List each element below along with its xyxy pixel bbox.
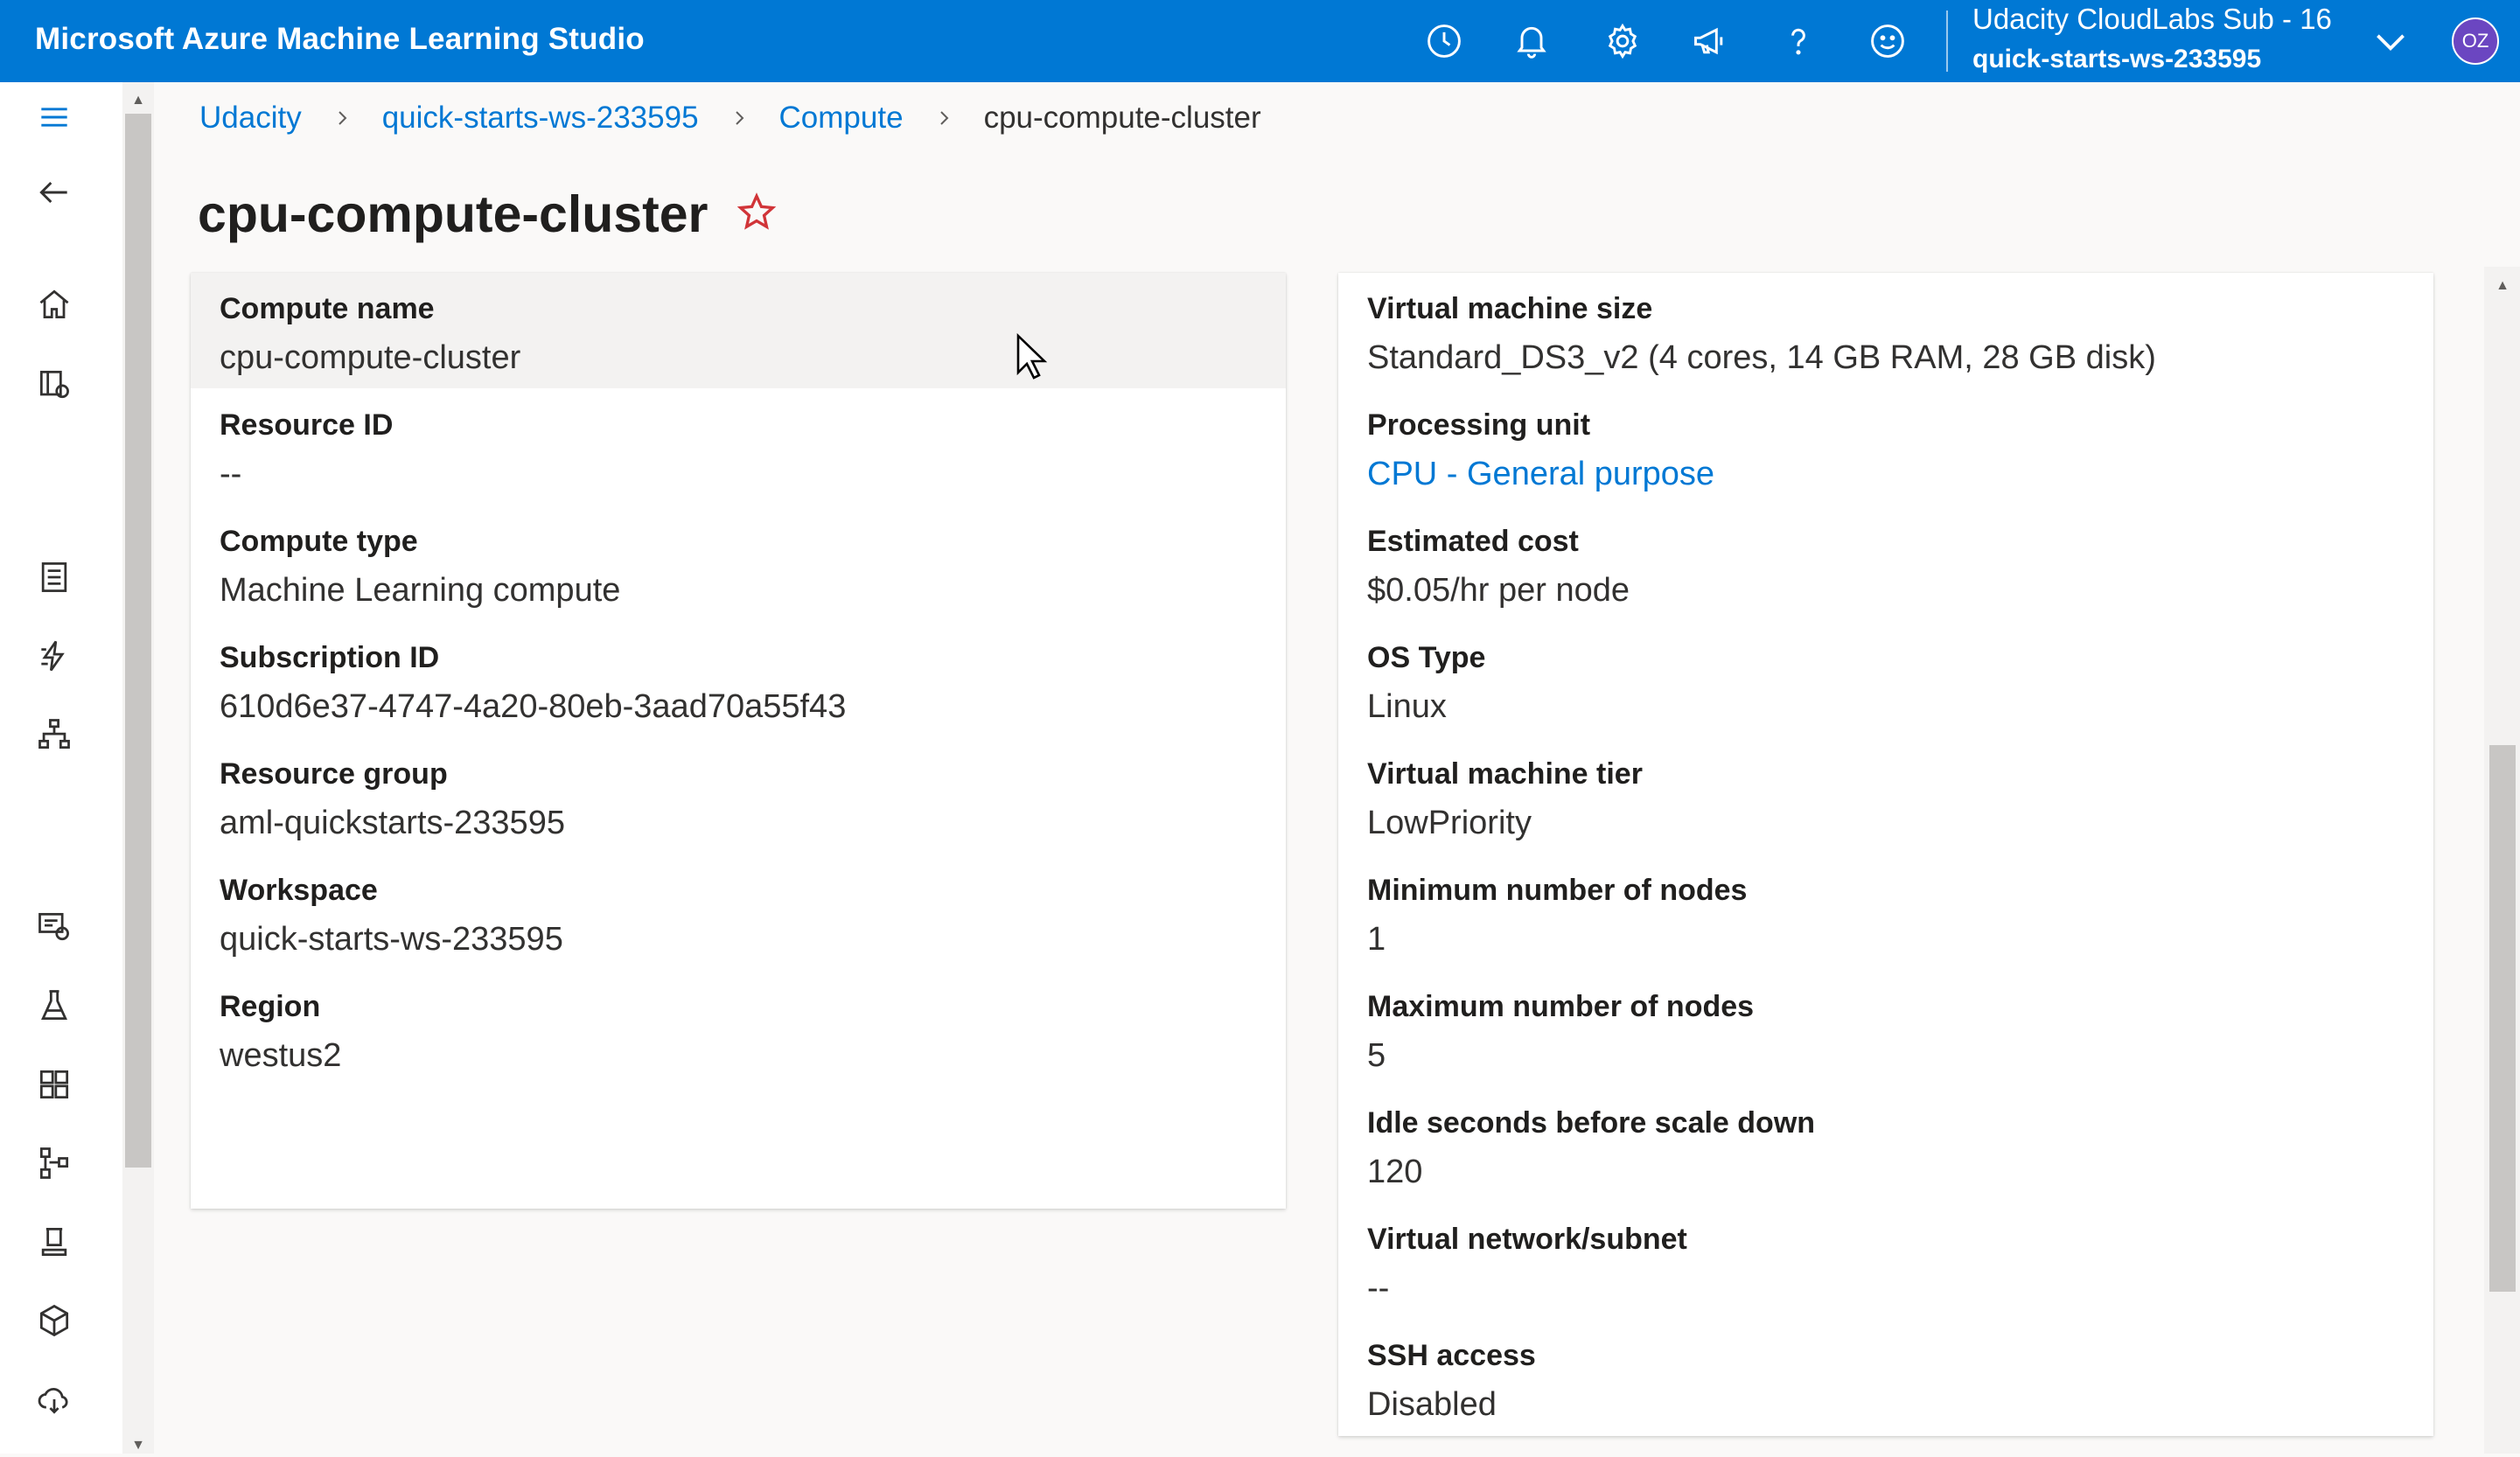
processing-unit-field: Processing unit CPU - General purpose — [1367, 407, 1714, 496]
field-value: -- — [1367, 1270, 1390, 1307]
workspace-field: Workspace quick-starts-ws-233595 — [220, 872, 563, 961]
jobs-flask-icon[interactable] — [28, 979, 80, 1032]
pipelines-icon[interactable] — [28, 1137, 80, 1189]
top-bar: Microsoft Azure Machine Learning Studio … — [0, 0, 2520, 82]
field-value: Standard_DS3_v2 (4 cores, 14 GB RAM, 28 … — [1367, 339, 2156, 376]
field-label: Estimated cost — [1367, 525, 1579, 558]
endpoints-icon[interactable] — [28, 1373, 80, 1426]
compute-type-field: Compute type Machine Learning compute — [220, 523, 620, 612]
main-scrollbar-thumb[interactable] — [2489, 745, 2516, 1292]
subscription-id-field: Subscription ID 610d6e37-4747-4a20-80eb-… — [220, 639, 846, 728]
mouse-cursor-icon — [1016, 332, 1048, 380]
estimated-cost-field: Estimated cost $0.05/hr per node — [1367, 523, 1630, 612]
nav-scroll-down-arrow-icon[interactable]: ▼ — [127, 1434, 150, 1457]
vnet-subnet-field: Virtual network/subnet -- — [1367, 1221, 1687, 1310]
field-label: Resource group — [220, 757, 448, 791]
processing-unit-link[interactable]: CPU - General purpose — [1367, 452, 1714, 496]
breadcrumb-workspace[interactable]: quick-starts-ws-233595 — [382, 101, 699, 136]
workspace-name[interactable]: quick-starts-ws-233595 — [1972, 42, 2261, 77]
vm-size-field: Virtual machine size Standard_DS3_v2 (4 … — [1367, 290, 2156, 380]
chevron-right-icon — [729, 108, 750, 129]
chevron-right-icon — [933, 108, 954, 129]
region-field: Region westus2 — [220, 988, 341, 1077]
field-value: -- — [220, 456, 242, 492]
field-value: 1 — [1367, 921, 1386, 958]
field-label: SSH access — [1367, 1339, 1536, 1372]
field-value: quick-starts-ws-233595 — [220, 921, 563, 958]
field-label: Resource ID — [220, 408, 394, 442]
components-icon[interactable] — [28, 1058, 80, 1111]
megaphone-icon[interactable] — [1684, 15, 1736, 67]
field-label: Workspace — [220, 874, 378, 907]
home-icon[interactable] — [28, 278, 80, 331]
vm-tier-field: Virtual machine tier LowPriority — [1367, 756, 1643, 845]
nav-scroll-up-arrow-icon[interactable]: ▲ — [127, 89, 150, 112]
field-label: Compute name — [220, 292, 435, 325]
field-label: Idle seconds before scale down — [1367, 1106, 1816, 1140]
resource-group-field: Resource group aml-quickstarts-233595 — [220, 756, 565, 845]
compute-config-card: Virtual machine size Standard_DS3_v2 (4 … — [1338, 273, 2433, 1436]
page-title: cpu-compute-cluster — [198, 185, 709, 243]
favorite-star-icon[interactable] — [735, 191, 778, 234]
field-value: $0.05/hr per node — [1367, 572, 1630, 609]
breadcrumb: Udacity quick-starts-ws-233595 Compute c… — [199, 94, 1261, 142]
compute-properties-card: Compute name cpu-compute-cluster Resourc… — [191, 273, 1286, 1209]
resource-id-field: Resource ID -- — [220, 407, 393, 496]
field-label: Virtual machine tier — [1367, 757, 1643, 791]
ssh-access-field: SSH access Disabled — [1367, 1337, 1536, 1426]
field-value: westus2 — [220, 1037, 342, 1074]
field-value: Linux — [1367, 688, 1447, 725]
os-type-field: OS Type Linux — [1367, 639, 1485, 728]
field-value: 120 — [1367, 1154, 1423, 1190]
idle-seconds-field: Idle seconds before scale down 120 — [1367, 1105, 1815, 1194]
clock-icon[interactable] — [1418, 15, 1470, 67]
field-value: 610d6e37-4747-4a20-80eb-3aad70a55f43 — [220, 688, 847, 725]
subscription-name[interactable]: Udacity CloudLabs Sub - 16 — [1972, 2, 2332, 37]
help-icon[interactable] — [1772, 15, 1825, 67]
field-label: Compute type — [220, 525, 418, 558]
field-value: Machine Learning compute — [220, 572, 621, 609]
data-icon[interactable] — [28, 901, 80, 953]
max-nodes-field: Maximum number of nodes 5 — [1367, 988, 1754, 1077]
field-value: cpu-compute-cluster — [220, 339, 521, 376]
field-value: LowPriority — [1367, 805, 1532, 841]
smiley-icon[interactable] — [1861, 15, 1914, 67]
min-nodes-field: Minimum number of nodes 1 — [1367, 872, 1747, 961]
breadcrumb-current: cpu-compute-cluster — [983, 101, 1261, 135]
app-title[interactable]: Microsoft Azure Machine Learning Studio — [35, 0, 645, 82]
back-arrow-icon[interactable] — [28, 166, 80, 219]
field-label: Virtual network/subnet — [1367, 1223, 1687, 1256]
field-label: Processing unit — [1367, 408, 1591, 442]
field-label: Region — [220, 990, 321, 1023]
main-scroll-up-arrow-icon[interactable]: ▲ — [2491, 278, 2514, 301]
notebooks-icon[interactable] — [28, 551, 80, 603]
bell-icon[interactable] — [1505, 15, 1558, 67]
field-value: 5 — [1367, 1037, 1386, 1074]
designer-icon[interactable] — [28, 708, 80, 761]
field-label: Virtual machine size — [1367, 292, 1653, 325]
nav-scrollbar-thumb[interactable] — [125, 114, 151, 1168]
models-icon[interactable] — [28, 1294, 80, 1347]
compute-name-field: Compute name cpu-compute-cluster — [220, 290, 520, 380]
field-label: OS Type — [1367, 641, 1486, 674]
chevron-right-icon — [332, 108, 353, 129]
automated-ml-icon[interactable] — [28, 630, 80, 682]
avatar[interactable]: OZ — [2452, 17, 2499, 65]
hamburger-menu-icon[interactable] — [28, 91, 80, 143]
field-label: Subscription ID — [220, 641, 440, 674]
field-label: Minimum number of nodes — [1367, 874, 1748, 907]
breadcrumb-compute[interactable]: Compute — [779, 101, 904, 136]
header-divider — [1946, 10, 1948, 72]
model-catalog-icon[interactable] — [28, 359, 80, 411]
environments-icon[interactable] — [28, 1216, 80, 1268]
chevron-down-icon[interactable] — [2369, 19, 2412, 63]
field-value: Disabled — [1367, 1386, 1497, 1423]
breadcrumb-udacity[interactable]: Udacity — [199, 101, 302, 136]
gear-icon[interactable] — [1596, 15, 1649, 67]
field-value: aml-quickstarts-233595 — [220, 805, 565, 841]
field-label: Maximum number of nodes — [1367, 990, 1755, 1023]
